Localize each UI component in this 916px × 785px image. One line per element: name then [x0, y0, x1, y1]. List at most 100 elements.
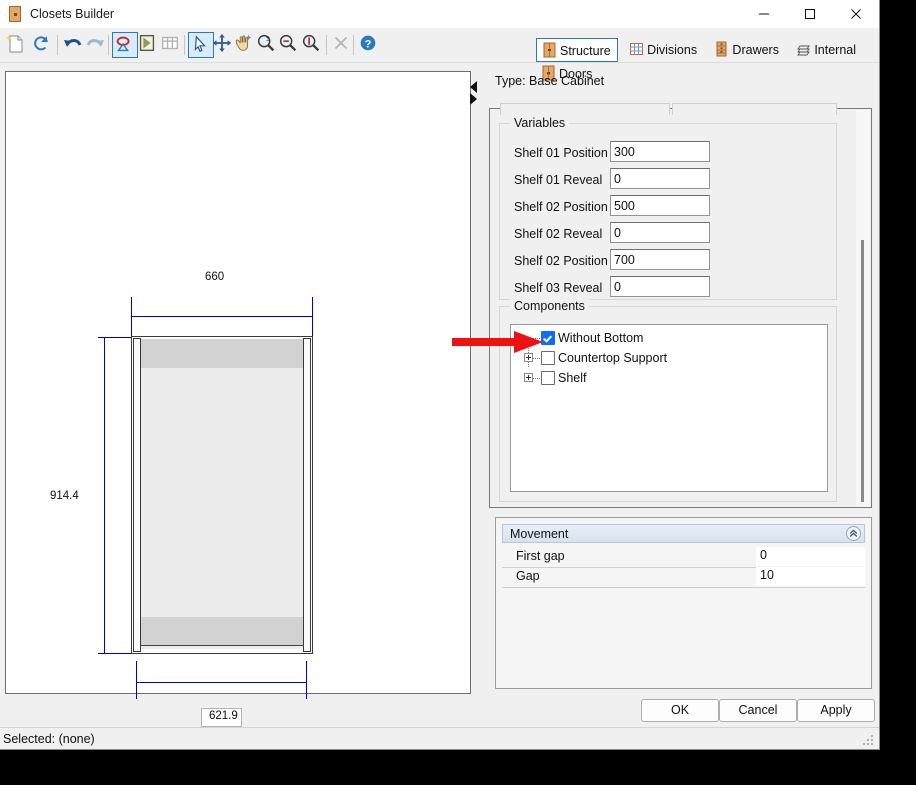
collapse-right-icon[interactable] [470, 93, 477, 105]
svg-text:±: ± [266, 33, 270, 42]
dimension-width-bottom-field[interactable]: 621.9 [201, 708, 242, 727]
maximize-icon [805, 9, 815, 19]
minimize-button[interactable] [741, 0, 787, 28]
shelf-01-position-input[interactable] [610, 141, 710, 162]
tab-internal-label: Internal [814, 43, 857, 57]
variables-title: Variables [510, 116, 570, 130]
panel-splitter[interactable] [468, 71, 480, 694]
scrolled-group-box [500, 103, 670, 115]
zoom-extents-icon[interactable] [300, 32, 326, 58]
help-icon[interactable]: ? [357, 32, 383, 58]
without-bottom-checkbox[interactable] [541, 331, 555, 345]
expand-icon[interactable] [524, 373, 533, 382]
shelf-03-reveal-input[interactable] [610, 276, 710, 297]
close-button[interactable] [833, 0, 879, 28]
dim-ext-line [131, 297, 132, 337]
countertop-support-checkbox[interactable] [541, 351, 555, 365]
shelf-02-reveal-input[interactable] [610, 222, 710, 243]
components-groupbox: Components Without Bottom Countertop Sup… [499, 299, 837, 502]
property-name: First gap [516, 549, 565, 563]
tree-item-shelf[interactable]: Shelf [511, 369, 827, 389]
grid-icon[interactable] [159, 32, 185, 58]
variable-row: Shelf 02 Position [500, 195, 836, 222]
chevron-up-icon[interactable] [846, 526, 861, 541]
collapse-left-icon[interactable] [470, 81, 477, 93]
grid-icon [629, 41, 644, 57]
variable-row: Shelf 01 Reveal [500, 168, 836, 195]
variable-label: Shelf 02 Reveal [514, 227, 603, 241]
scrolled-group-box [672, 103, 837, 115]
tree-connector [533, 378, 540, 380]
tree-item-label: Without Bottom [558, 331, 644, 345]
status-bar: Selected: (none) [0, 727, 879, 749]
tree-item-countertop-support[interactable]: Countertop Support [511, 349, 827, 369]
variable-row: Shelf 02 Reveal [500, 222, 836, 249]
tab-structure-label: Structure [560, 44, 611, 58]
components-title: Components [510, 299, 589, 313]
components-tree[interactable]: Without Bottom Countertop Support Shelf [510, 324, 828, 492]
apply-button[interactable]: Apply [797, 699, 875, 722]
drawers-icon [714, 41, 729, 57]
shelf-02-position-input[interactable] [610, 195, 710, 216]
tab-divisions[interactable]: Divisions [624, 38, 703, 62]
tree-item-without-bottom[interactable]: Without Bottom [511, 329, 827, 349]
drawing-canvas[interactable]: 660 914.4 621.9 [5, 71, 471, 727]
dim-line-height [104, 337, 105, 654]
new-icon[interactable] [4, 32, 30, 58]
section-tabs: Structure Divisions Drawers Internal Doo… [536, 38, 879, 81]
movement-title: Movement [510, 527, 569, 541]
expand-icon[interactable] [524, 353, 533, 362]
minimize-icon [759, 13, 769, 15]
dimension-height-label: 914.4 [50, 490, 79, 502]
internal-icon [796, 41, 811, 57]
dim-ext-line [306, 661, 307, 699]
tree-connector [533, 338, 540, 340]
dim-ext-line [312, 297, 313, 337]
tab-drawers-label: Drawers [732, 43, 779, 57]
refresh-icon[interactable] [30, 32, 56, 58]
scrollbar-thumb[interactable] [861, 240, 864, 502]
cabinet-interior [140, 339, 304, 649]
shelf-checkbox[interactable] [541, 371, 555, 385]
tab-divisions-label: Divisions [647, 43, 698, 57]
tab-internal[interactable]: Internal [791, 38, 862, 62]
redo-icon[interactable] [83, 32, 109, 58]
shelf-02-position-input-2[interactable] [610, 249, 710, 270]
resize-grip[interactable] [862, 735, 874, 747]
properties-pane: Variables Shelf 01 Position Shelf 01 Rev… [489, 103, 872, 508]
closets-builder-window: Closets Builder ± ? Structure Divisions … [0, 0, 880, 750]
cabinet-left-side [133, 338, 141, 652]
cancel-button[interactable]: Cancel [719, 699, 797, 722]
property-name: Gap [516, 569, 540, 583]
first-gap-value[interactable]: 0 [756, 547, 865, 566]
maximize-button[interactable] [787, 0, 833, 28]
variable-label: Shelf 01 Reveal [514, 173, 603, 187]
movement-row-gap[interactable]: Gap 10 [502, 567, 865, 588]
variable-row: Shelf 01 Position [500, 141, 836, 168]
movement-row-first-gap[interactable]: First gap 0 [502, 547, 865, 568]
properties-scrollbar[interactable] [856, 110, 870, 507]
variables-groupbox: Variables Shelf 01 Position Shelf 01 Rev… [499, 116, 837, 300]
dim-line-width-bottom [136, 682, 307, 683]
tab-structure[interactable]: Structure [536, 38, 618, 62]
toolbar-separator [326, 35, 327, 55]
ok-button[interactable]: OK [641, 699, 719, 722]
cabinet-icon [9, 6, 21, 22]
gap-value[interactable]: 10 [756, 567, 865, 586]
tree-item-label: Countertop Support [558, 351, 668, 365]
tab-drawers[interactable]: Drawers [709, 38, 785, 62]
shelf-01-reveal-input[interactable] [610, 168, 710, 189]
cabinet-right-side [303, 338, 311, 652]
tree-item-label: Shelf [558, 371, 587, 385]
variable-label: Shelf 02 Position [514, 254, 608, 268]
svg-text:?: ? [365, 39, 372, 51]
toolbar-separator [57, 35, 58, 55]
edit-shape-icon[interactable] [112, 32, 138, 58]
structure-tab-page: Variables Shelf 01 Position Shelf 01 Rev… [489, 103, 872, 508]
cabinet-type-label: Type: Base Cabinet [495, 74, 605, 88]
variable-row: Shelf 02 Position [500, 249, 836, 276]
movement-header[interactable]: Movement [502, 524, 865, 543]
close-icon [851, 9, 861, 19]
dim-line-width-top [131, 316, 313, 317]
variable-label: Shelf 01 Position [514, 146, 608, 160]
